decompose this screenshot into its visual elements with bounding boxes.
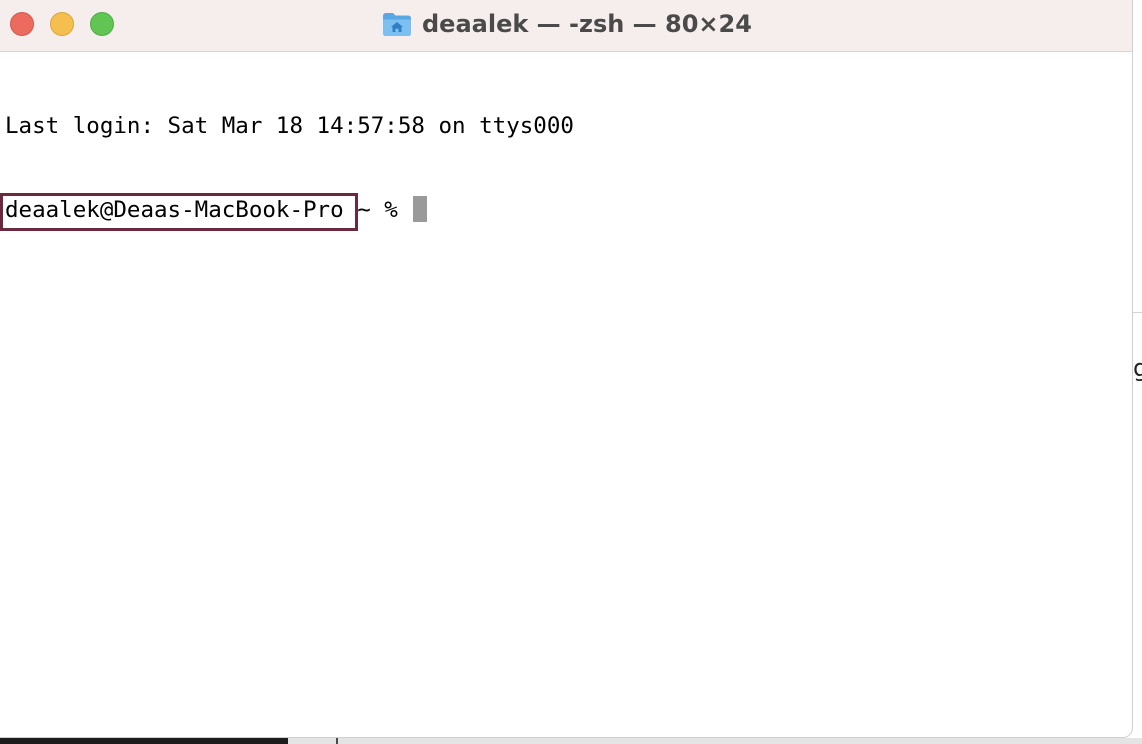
prompt-suffix: ~ % [343, 197, 412, 223]
terminal-window[interactable]: deaalek — -zsh — 80×24 Last login: Sat M… [0, 0, 1133, 738]
title-bar[interactable]: deaalek — -zsh — 80×24 [0, 0, 1132, 52]
text-cursor [413, 196, 428, 222]
background-window-edge: g [1133, 0, 1142, 738]
zoom-button[interactable] [90, 12, 114, 36]
background-text-glyph: g [1133, 354, 1142, 382]
background-divider-tick [336, 738, 338, 744]
window-title-group: deaalek — -zsh — 80×24 [382, 8, 752, 40]
prompt-line[interactable]: deaalek@Deaas-MacBook-Pro ~ % [0, 193, 574, 231]
prompt-user-host-text: deaalek@Deaas-MacBook-Pro [5, 197, 344, 223]
background-bottom-edge [0, 738, 1142, 744]
terminal-output[interactable]: Last login: Sat Mar 18 14:57:58 on ttys0… [0, 56, 574, 280]
close-button[interactable] [10, 12, 34, 36]
window-title: deaalek — -zsh — 80×24 [422, 10, 752, 38]
last-login-line: Last login: Sat Mar 18 14:57:58 on ttys0… [5, 113, 574, 139]
home-folder-icon [383, 13, 411, 36]
background-dark-panel [0, 738, 288, 744]
background-divider [1133, 312, 1142, 313]
minimize-button[interactable] [50, 12, 74, 36]
prompt-user-host: deaalek@Deaas-MacBook-Pro [0, 193, 358, 231]
